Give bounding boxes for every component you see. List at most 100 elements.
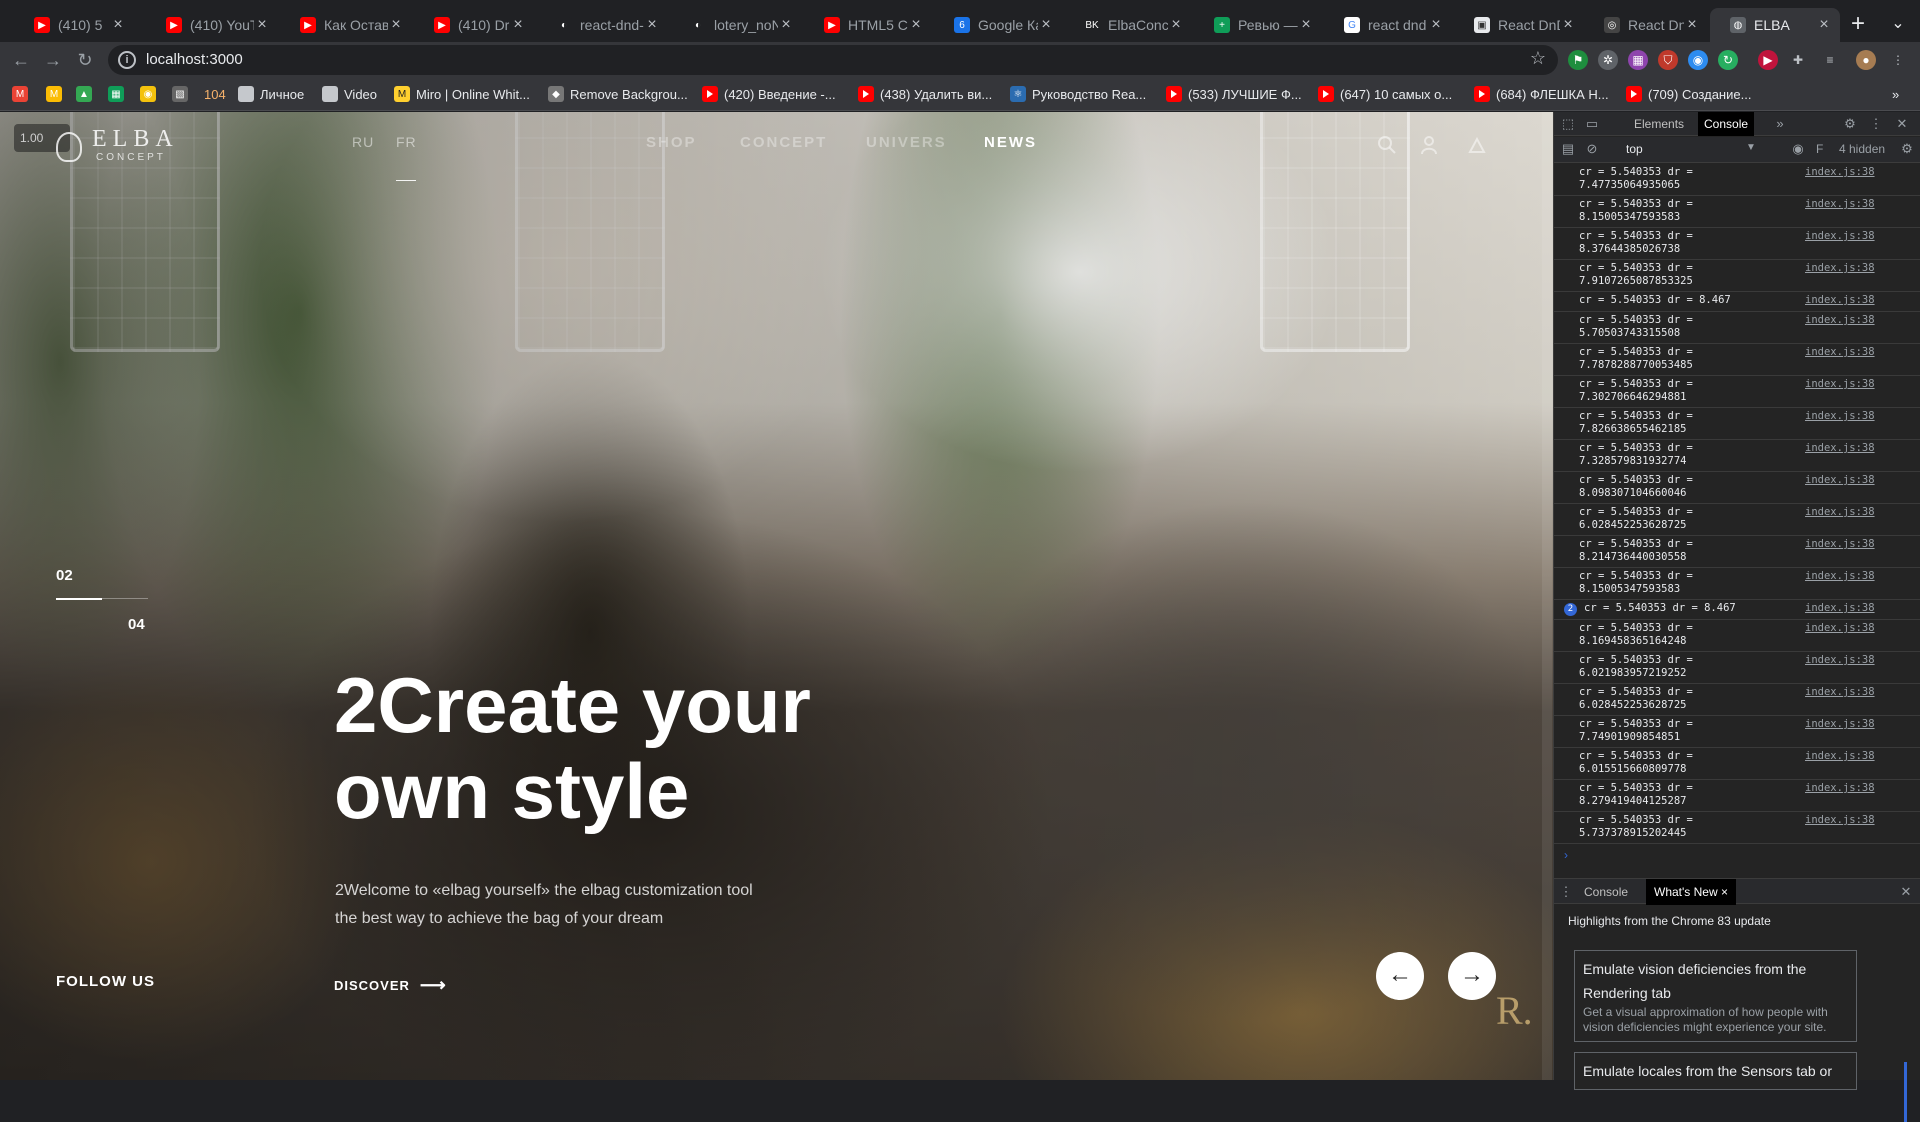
avatar[interactable]: ● xyxy=(1856,50,1876,70)
browser-tab[interactable]: ◐ react-dnd- × xyxy=(536,8,668,42)
page-scrollbar[interactable] xyxy=(1542,112,1552,1080)
console-source-link[interactable]: index.js:38 xyxy=(1805,230,1875,242)
close-icon[interactable]: ✕ xyxy=(1898,884,1914,900)
lang-ru[interactable]: RU xyxy=(352,134,374,150)
follow-us-link[interactable]: FOLLOW US xyxy=(56,973,155,990)
bookmark-item[interactable]: ▲ xyxy=(76,84,98,104)
bookmarks-overflow-icon[interactable]: » xyxy=(1892,84,1899,104)
inspect-icon[interactable]: ⬚ xyxy=(1560,116,1576,132)
console-source-link[interactable]: index.js:38 xyxy=(1805,378,1875,390)
extension-icon[interactable]: ⚑ xyxy=(1568,50,1588,70)
more-tabs-icon[interactable]: » xyxy=(1772,116,1788,132)
close-icon[interactable]: × xyxy=(510,16,526,34)
bookmark-item[interactable]: (438) Удалить ви... xyxy=(858,84,992,104)
bookmark-item[interactable]: ◆ Remove Backgrou... xyxy=(548,84,688,104)
lang-fr[interactable]: FR xyxy=(396,134,417,150)
console-source-link[interactable]: index.js:38 xyxy=(1805,622,1875,634)
console-source-link[interactable]: index.js:38 xyxy=(1805,686,1875,698)
console-source-link[interactable]: index.js:38 xyxy=(1805,262,1875,274)
whats-new-card[interactable]: Emulate vision deficiencies from the Ren… xyxy=(1574,950,1857,1042)
browser-tab[interactable]: ▣ React DnD × xyxy=(1454,8,1584,42)
console-source-link[interactable]: index.js:38 xyxy=(1805,474,1875,486)
close-icon[interactable]: × xyxy=(1298,16,1314,34)
sidebar-toggle-icon[interactable]: ▤ xyxy=(1560,141,1576,157)
console-source-link[interactable]: index.js:38 xyxy=(1805,506,1875,518)
browser-tab[interactable]: + Ревью — в× xyxy=(1194,8,1322,42)
bookmark-item[interactable]: ▦ xyxy=(108,84,130,104)
bookmark-item[interactable]: (647) 10 самых о... xyxy=(1318,84,1452,104)
console-source-link[interactable]: index.js:38 xyxy=(1805,166,1875,178)
browser-tab[interactable]: ▶ Как Остава× xyxy=(280,8,412,42)
kebab-menu-icon[interactable]: ⋮ xyxy=(1558,884,1574,900)
console-source-link[interactable]: index.js:38 xyxy=(1805,570,1875,582)
drawer-tab-console[interactable]: Console xyxy=(1576,879,1636,905)
console-source-link[interactable]: index.js:38 xyxy=(1805,782,1875,794)
kebab-menu-icon[interactable]: ⋮ xyxy=(1868,116,1884,132)
extension-icon[interactable]: ↻ xyxy=(1718,50,1738,70)
site-info-icon[interactable]: i xyxy=(118,51,136,69)
close-icon[interactable]: × xyxy=(908,16,924,34)
bookmark-item[interactable]: ▧ xyxy=(172,84,194,104)
gear-icon[interactable]: ⚙ xyxy=(1842,116,1858,132)
address-url[interactable]: localhost:3000 xyxy=(146,51,243,68)
drawer-tab-whats-new[interactable]: What's New × xyxy=(1646,879,1736,905)
close-icon[interactable]: × xyxy=(388,16,404,34)
bookmark-item[interactable]: M xyxy=(46,84,68,104)
console-source-link[interactable]: index.js:38 xyxy=(1805,602,1875,614)
browser-tab[interactable]: 6 Google Ка × xyxy=(934,8,1062,42)
forward-icon[interactable]: → xyxy=(38,45,68,75)
bookmark-item[interactable]: Личное xyxy=(238,84,304,104)
extension-icon[interactable]: ✲ xyxy=(1598,50,1618,70)
gear-icon[interactable]: ⚙ xyxy=(1899,141,1915,157)
console-log[interactable]: cr = 5.540353 dr = 7.47735064935065 index… xyxy=(1554,164,1920,852)
chevron-down-icon[interactable]: ▼ xyxy=(1746,142,1756,153)
close-icon[interactable]: × xyxy=(1560,16,1576,34)
device-toolbar-icon[interactable]: ▭ xyxy=(1584,116,1600,132)
reload-icon[interactable]: ↻ xyxy=(70,45,100,75)
bookmark-item[interactable]: ⚛ Руководство Rea... xyxy=(1010,84,1146,104)
bookmark-item[interactable]: (533) ЛУЧШИЕ Ф... xyxy=(1166,84,1302,104)
console-source-link[interactable]: index.js:38 xyxy=(1805,410,1875,422)
close-icon[interactable]: × xyxy=(1038,16,1054,34)
nav-news[interactable]: NEWS xyxy=(984,134,1037,151)
console-prompt[interactable]: › xyxy=(1564,848,1568,862)
discover-button[interactable]: DISCOVER ⟶ xyxy=(334,975,447,996)
nav-concept[interactable]: CONCEPT xyxy=(740,134,827,151)
close-icon[interactable]: × xyxy=(254,16,270,34)
console-source-link[interactable]: index.js:38 xyxy=(1805,750,1875,762)
user-icon[interactable] xyxy=(1418,134,1440,156)
prev-slide-button[interactable]: ← xyxy=(1376,952,1424,1000)
browser-tab[interactable]: ▶ (410) YouTube× xyxy=(146,8,278,42)
whats-new-card[interactable]: Emulate locales from the Sensors tab or xyxy=(1574,1052,1857,1090)
bookmark-item[interactable]: M Miro | Online Whit... xyxy=(394,84,530,104)
nav-shop[interactable]: SHOP xyxy=(646,134,697,151)
console-source-link[interactable]: index.js:38 xyxy=(1805,442,1875,454)
browser-tab[interactable]: ▶ (410) Drag× xyxy=(414,8,534,42)
tab-elements[interactable]: Elements xyxy=(1628,112,1690,136)
logo-icon[interactable] xyxy=(56,132,82,162)
close-icon[interactable]: × xyxy=(1721,885,1728,899)
bookmark-item[interactable]: 104 xyxy=(204,84,226,104)
nav-univers[interactable]: UNIVERS xyxy=(866,134,947,151)
bookmark-item[interactable]: ◉ xyxy=(140,84,162,104)
clear-console-icon[interactable]: ⊘ xyxy=(1584,141,1600,157)
close-icon[interactable]: × xyxy=(778,16,794,34)
extension-icon[interactable]: ▶ xyxy=(1758,50,1778,70)
eye-icon[interactable]: ◉ xyxy=(1790,141,1806,157)
bag-icon[interactable] xyxy=(1466,134,1488,156)
browser-tab[interactable]: ▶ HTML5 CA× xyxy=(804,8,932,42)
console-source-link[interactable]: index.js:38 xyxy=(1805,314,1875,326)
close-icon[interactable]: ✕ xyxy=(1894,116,1910,132)
logo[interactable]: ELBA xyxy=(92,126,179,153)
context-select[interactable]: top xyxy=(1626,142,1746,156)
extension-icon[interactable]: ◉ xyxy=(1688,50,1708,70)
close-icon[interactable]: × xyxy=(644,16,660,34)
new-tab-button[interactable]: + xyxy=(1844,10,1872,38)
console-source-link[interactable]: index.js:38 xyxy=(1805,718,1875,730)
console-source-link[interactable]: index.js:38 xyxy=(1805,294,1875,306)
tab-console[interactable]: Console xyxy=(1698,112,1755,136)
filter-input[interactable]: F xyxy=(1816,142,1823,156)
bookmark-item[interactable]: (420) Введение -... xyxy=(702,84,836,104)
console-source-link[interactable]: index.js:38 xyxy=(1805,654,1875,666)
bookmark-item[interactable]: (709) Создание... xyxy=(1626,84,1751,104)
